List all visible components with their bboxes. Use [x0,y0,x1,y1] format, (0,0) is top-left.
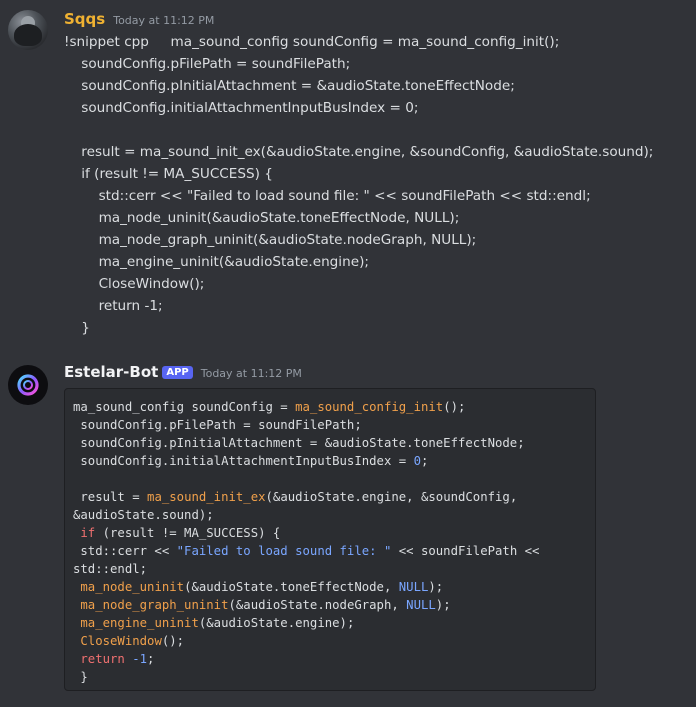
message-text-line: !snippet cpp ma_sound_config soundConfig… [64,34,560,50]
code-token: -1 [132,652,148,666]
message-text-line: } [64,320,90,336]
message-text-line: soundConfig.pInitialAttachment = &audioS… [64,78,515,94]
code-token: soundConfig.initialAttachmentInputBusInd… [73,454,414,468]
code-line: &audioState.sound); [73,506,587,524]
code-line: soundConfig.initialAttachmentInputBusInd… [73,452,587,470]
code-line: result = ma_sound_init_ex(&audioState.en… [73,488,587,506]
code-line: ma_node_uninit(&audioState.toneEffectNod… [73,578,587,596]
message-text-line: ma_engine_uninit(&audioState.engine); [64,254,369,270]
code-token: (&audioState.engine); [198,616,355,630]
code-block[interactable]: ma_sound_config soundConfig = ma_sound_c… [64,388,596,691]
code-line: ma_engine_uninit(&audioState.engine); [73,614,587,632]
message-text-line: soundConfig.initialAttachmentInputBusInd… [64,100,419,116]
code-line: return -1; [73,650,587,668]
username[interactable]: Estelar-Bot [64,363,158,381]
code-line: std::endl; [73,560,587,578]
message-text-line: result = ma_sound_init_ex(&audioState.en… [64,144,654,160]
code-token: } [73,670,88,684]
message-text-line: ma_node_uninit(&audioState.toneEffectNod… [64,210,460,226]
code-token: (); [443,400,466,414]
message-text-line: CloseWindow(); [64,276,205,292]
code-token: (&audioState.engine, &soundConfig, [265,490,518,504]
message-text-line: ma_node_graph_uninit(&audioState.nodeGra… [64,232,477,248]
message-header: Sqqs Today at 11:12 PM [64,10,214,30]
timestamp: Today at 11:12 PM [200,367,302,380]
code-token: soundConfig.pFilePath = soundFilePath; [73,418,362,432]
code-token: ma_node_graph_uninit [80,598,229,612]
code-token: 0 [413,454,421,468]
message-content: !snippet cpp ma_sound_config soundConfig… [64,31,653,339]
app-badge: APP [162,366,193,379]
code-token: ma_sound_config soundConfig = [73,400,296,414]
code-token: &audioState.sound); [73,508,214,522]
code-token: ma_engine_uninit [80,616,199,630]
code-token: result = [73,490,148,504]
code-token: ma_node_uninit [80,580,185,594]
code-line: if (result != MA_SUCCESS) { [73,524,587,542]
code-token: (); [161,634,185,648]
code-token: "Failed to load sound file: " [176,544,392,558]
message-text-line: soundConfig.pFilePath = soundFilePath; [64,56,351,72]
code-token: (result != MA_SUCCESS) { [95,526,281,540]
code-token: ; [420,454,429,468]
code-token: NULL [406,598,436,612]
timestamp: Today at 11:12 PM [113,14,215,27]
code-line: soundConfig.pInitialAttachment = &audioS… [73,434,587,452]
bot-avatar[interactable] [8,365,48,405]
user-avatar[interactable] [8,10,48,50]
code-line: } [73,668,587,686]
code-token: << soundFilePath << [391,544,540,558]
code-token: if [80,526,96,540]
code-line: ma_sound_config soundConfig = ma_sound_c… [73,398,587,416]
code-token: ); [428,580,444,594]
code-token: (&audioState.nodeGraph, [228,598,407,612]
code-token: ; [147,652,155,666]
message-text-line: std::cerr << "Failed to load sound file:… [64,188,591,204]
code-token: CloseWindow [80,634,162,648]
code-token: ); [435,598,451,612]
avatar-body-shape [14,24,42,46]
message-text-line [64,119,653,141]
code-token: ma_sound_config_init [295,400,444,414]
code-token: soundConfig.pInitialAttachment = &audioS… [73,436,525,450]
code-line: ma_node_graph_uninit(&audioState.nodeGra… [73,596,587,614]
message-header: Estelar-Bot APP Today at 11:12 PM [64,363,302,383]
code-token: NULL [398,580,429,594]
code-line: CloseWindow(); [73,632,587,650]
code-token: ma_sound_init_ex [147,490,266,504]
code-line: soundConfig.pFilePath = soundFilePath; [73,416,587,434]
message-text-line: if (result != MA_SUCCESS) { [64,166,273,182]
username[interactable]: Sqqs [64,10,105,28]
code-token: (&audioState.toneEffectNode, [184,580,399,594]
code-line: std::cerr << "Failed to load sound file:… [73,542,587,560]
code-token: std::endl; [73,562,148,576]
bot-logo-icon [17,374,39,396]
code-token: return [80,652,125,666]
message-text-line: return -1; [64,298,163,314]
code-token: std::cerr << [73,544,177,558]
message-sqqs: Sqqs Today at 11:12 PM !snippet cpp ma_s… [0,0,696,345]
